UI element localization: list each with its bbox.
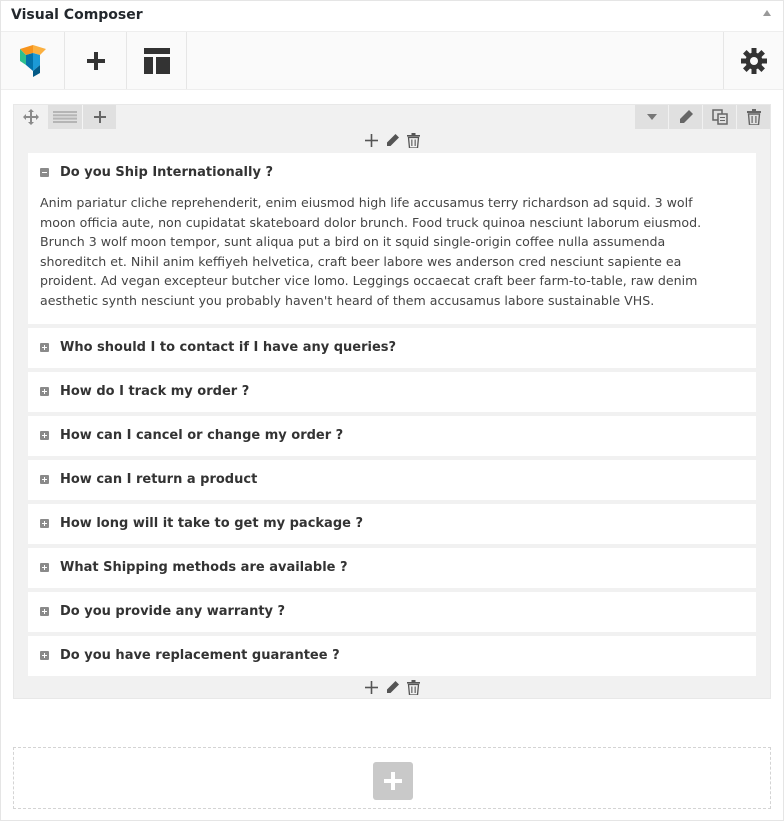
row-controls-right <box>634 105 770 129</box>
accordion-edit-button[interactable] <box>384 131 401 149</box>
accordion-title: Do you Ship Internationally ? <box>60 165 273 180</box>
accordion-body: Anim pariatur cliche reprehenderit, enim… <box>40 195 702 308</box>
pencil-icon <box>679 110 693 123</box>
expand-icon[interactable] <box>40 387 49 396</box>
composer-toolbar <box>1 32 783 90</box>
expand-icon[interactable] <box>40 651 49 660</box>
accordion-title: How do I track my order ? <box>60 384 250 399</box>
plus-icon <box>93 111 106 123</box>
expand-icon[interactable] <box>40 431 49 440</box>
row-edit-button[interactable] <box>668 105 702 129</box>
accordion-section-edit-button[interactable] <box>384 678 401 696</box>
pencil-icon <box>386 133 399 146</box>
accordion-title: Do you provide any warranty ? <box>60 604 286 619</box>
accordion-header[interactable]: How can I cancel or change my order ? <box>28 416 756 456</box>
accordion-section: Who should I to contact if I have any qu… <box>28 328 756 372</box>
expand-icon[interactable] <box>40 563 49 572</box>
plus-icon <box>364 133 378 147</box>
gear-icon <box>740 47 767 74</box>
accordion-section: Do you have replacement guarantee ? <box>28 636 756 680</box>
accordion-controls-bottom <box>14 677 770 697</box>
accordion-title: What Shipping methods are available ? <box>60 560 348 575</box>
accordion-add-button[interactable] <box>363 131 380 149</box>
accordion-header[interactable]: Who should I to contact if I have any qu… <box>28 328 756 368</box>
trash-icon <box>406 132 420 148</box>
accordion-section-delete-button[interactable] <box>405 678 422 696</box>
row-controls-left <box>14 105 116 129</box>
chevron-down-icon <box>646 114 657 120</box>
row-toggle-button[interactable] <box>634 105 668 129</box>
add-element-button[interactable] <box>65 32 127 89</box>
triangle-up-icon[interactable] <box>763 10 771 16</box>
accordion-header[interactable]: How do I track my order ? <box>28 372 756 412</box>
accordion-section: How can I cancel or change my order ? <box>28 416 756 460</box>
accordion-section: What Shipping methods are available ? <box>28 548 756 592</box>
row-clone-button[interactable] <box>702 105 736 129</box>
accordion-delete-button[interactable] <box>405 131 422 149</box>
accordion-title: How can I return a product <box>60 472 258 487</box>
accordion-section-add-button[interactable] <box>363 678 380 696</box>
plus-icon <box>384 772 402 790</box>
accordion-title: How can I cancel or change my order ? <box>60 428 344 443</box>
accordion-header[interactable]: What Shipping methods are available ? <box>28 548 756 588</box>
panel-title: Visual Composer <box>11 7 143 23</box>
visual-composer-logo-icon <box>19 44 46 77</box>
collapse-icon[interactable] <box>40 168 49 177</box>
panel-header: Visual Composer <box>1 1 783 32</box>
accordion-header[interactable]: Do you Ship Internationally ? <box>28 153 756 193</box>
accordion-title: Who should I to contact if I have any qu… <box>60 340 397 355</box>
row-delete-button[interactable] <box>736 105 770 129</box>
accordion-section: How long will it take to get my package … <box>28 504 756 548</box>
move-icon <box>23 109 39 125</box>
add-element-block-button[interactable] <box>373 762 413 800</box>
row-layout-icon <box>53 111 77 123</box>
composer-row: Do you Ship Internationally ? Anim paria… <box>13 104 771 699</box>
pencil-icon <box>386 680 399 693</box>
trash-icon <box>406 679 420 695</box>
accordion-header[interactable]: Do you have replacement guarantee ? <box>28 636 756 676</box>
plus-icon <box>86 51 105 70</box>
accordion-title: Do you have replacement guarantee ? <box>60 648 340 663</box>
accordion-section: Do you Ship Internationally ? Anim paria… <box>28 153 756 328</box>
templates-button[interactable] <box>127 32 187 89</box>
accordion-section: How do I track my order ? <box>28 372 756 416</box>
accordion-section: How can I return a product <box>28 460 756 504</box>
plus-icon <box>364 680 378 694</box>
settings-button[interactable] <box>723 32 783 89</box>
row-add-column-button[interactable] <box>82 105 116 129</box>
copy-icon <box>711 109 728 125</box>
accordion-header[interactable]: How long will it take to get my package … <box>28 504 756 544</box>
drag-handle[interactable] <box>14 105 48 129</box>
visual-composer-panel: Visual Composer Do you Ship Internationa… <box>0 0 784 821</box>
templates-icon <box>143 47 170 74</box>
accordion-title: How long will it take to get my package … <box>60 516 364 531</box>
trash-icon <box>746 109 761 125</box>
expand-icon[interactable] <box>40 475 49 484</box>
accordion: Do you Ship Internationally ? Anim paria… <box>28 153 756 680</box>
expand-icon[interactable] <box>40 519 49 528</box>
accordion-controls-top <box>14 130 770 150</box>
expand-icon[interactable] <box>40 343 49 352</box>
accordion-header[interactable]: How can I return a product <box>28 460 756 500</box>
expand-icon[interactable] <box>40 607 49 616</box>
vc-logo-button[interactable] <box>1 32 65 89</box>
add-element-area <box>13 747 771 809</box>
row-layout-button[interactable] <box>48 105 82 129</box>
accordion-section: Do you provide any warranty ? <box>28 592 756 636</box>
accordion-header[interactable]: Do you provide any warranty ? <box>28 592 756 632</box>
